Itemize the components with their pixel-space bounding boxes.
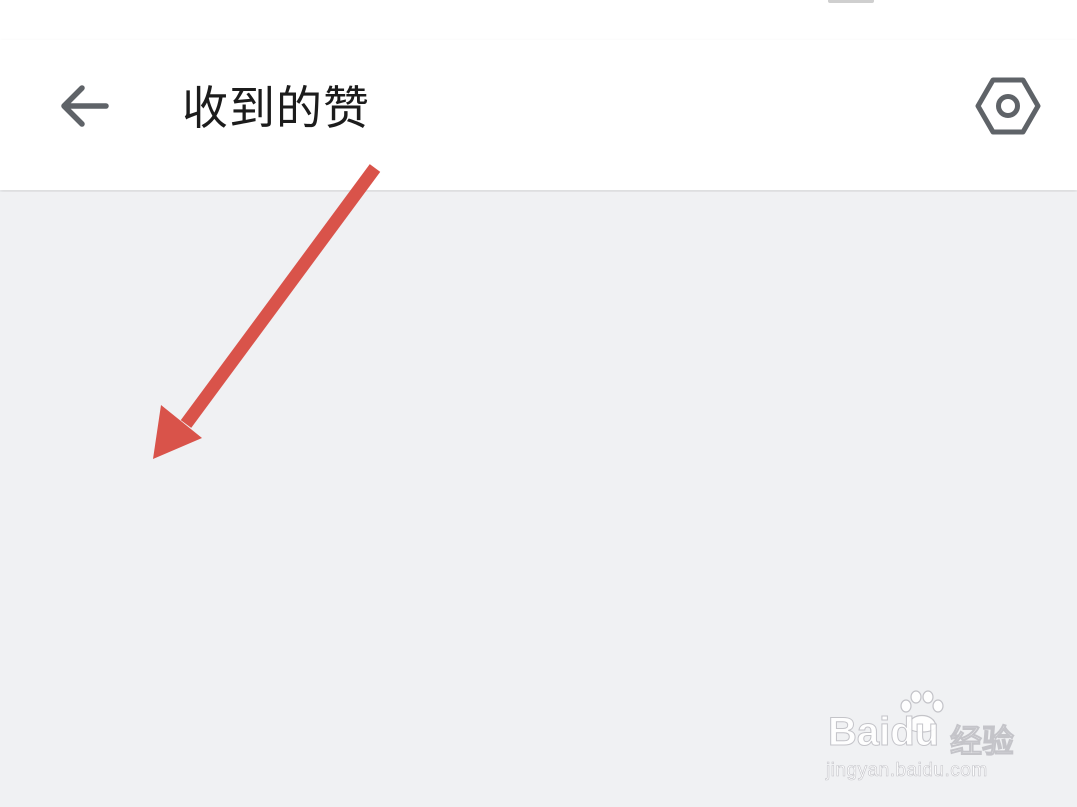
settings-button[interactable]: [970, 70, 1046, 146]
screen: 收到的赞 Baidu 经验 jingyan.baidu.com: [0, 0, 1077, 807]
arrow-left-icon: [56, 78, 112, 138]
back-button[interactable]: [48, 68, 120, 148]
status-indicator: [828, 0, 874, 3]
hexagon-settings-icon: [975, 75, 1041, 141]
likes-list-empty: [0, 192, 1077, 807]
app-bar: 收到的赞: [0, 40, 1077, 190]
page-title: 收到的赞: [182, 81, 370, 135]
status-bar: [0, 0, 1077, 40]
